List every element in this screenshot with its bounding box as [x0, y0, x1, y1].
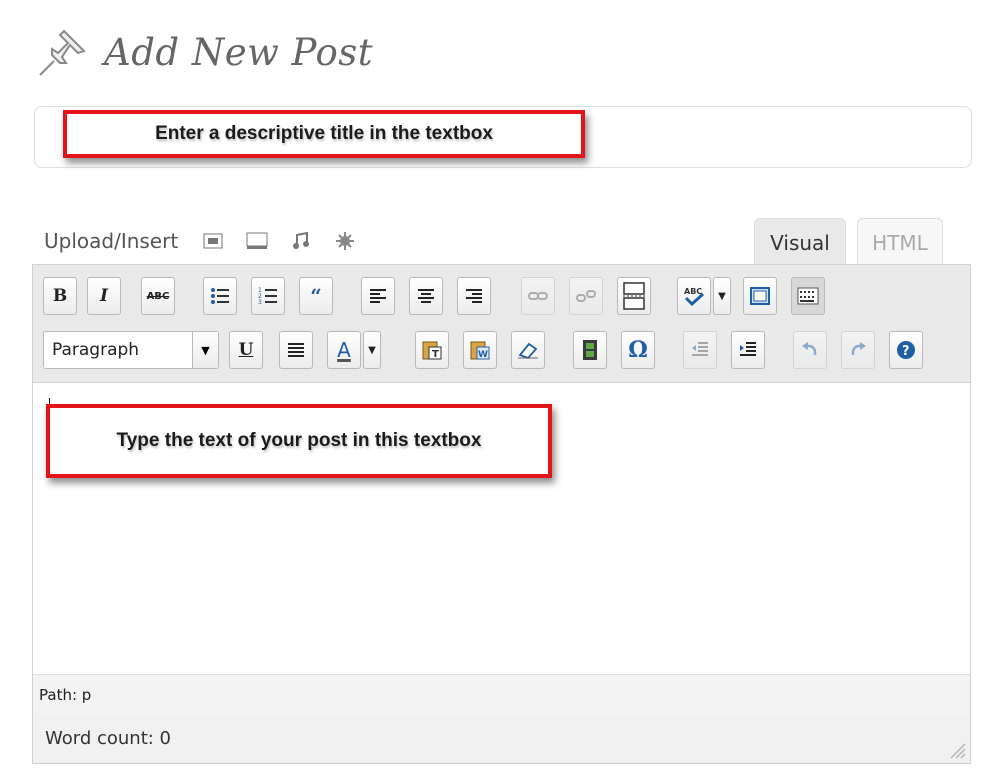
insert-media-button[interactable] — [573, 331, 607, 369]
resize-handle-icon[interactable] — [948, 741, 966, 759]
unlink-button[interactable] — [569, 277, 603, 315]
underline-label: U — [238, 340, 254, 360]
align-center-icon — [418, 289, 434, 303]
chevron-down-icon: ▼ — [368, 344, 376, 356]
add-video-icon[interactable] — [246, 231, 268, 251]
svg-text:W: W — [478, 350, 488, 360]
spellcheck-icon: ABC — [684, 287, 705, 306]
align-left-button[interactable] — [361, 277, 395, 315]
align-left-icon — [370, 289, 386, 303]
unordered-list-button[interactable] — [203, 277, 237, 315]
justify-icon — [288, 343, 304, 357]
body-callout: Type the text of your post in this textb… — [46, 404, 552, 478]
align-right-button[interactable] — [457, 277, 491, 315]
add-audio-icon[interactable] — [290, 231, 312, 251]
kitchen-sink-icon — [797, 287, 819, 305]
blockquote-button[interactable]: “ — [299, 277, 333, 315]
pushpin-icon — [39, 29, 86, 76]
text-color-label: A — [337, 338, 351, 362]
paste-word-icon: W — [470, 341, 490, 360]
justify-button[interactable] — [279, 331, 313, 369]
bold-label: B — [52, 286, 68, 306]
redo-button[interactable] — [841, 331, 875, 369]
format-select[interactable]: Paragraph ▼ — [43, 331, 219, 369]
align-center-button[interactable] — [409, 277, 443, 315]
align-right-icon — [466, 289, 482, 303]
post-editor: B I ABC 123 “ ABC ▼ Paragraph ▼ U A ▼ T … — [32, 264, 971, 714]
fullscreen-icon — [750, 287, 770, 305]
blockquote-icon: “ — [310, 284, 322, 308]
path-bar: Path: p — [33, 674, 970, 714]
tab-visual[interactable]: Visual — [754, 218, 846, 266]
text-color-menu-button[interactable]: ▼ — [363, 331, 381, 369]
svg-text:?: ? — [902, 344, 910, 359]
eraser-icon — [518, 342, 538, 359]
strikethrough-label: ABC — [146, 290, 170, 302]
paste-text-icon: T — [422, 341, 442, 360]
editor-toolbar: B I ABC 123 “ ABC ▼ Paragraph ▼ U A ▼ T … — [33, 265, 970, 383]
indent-button[interactable] — [731, 331, 765, 369]
page-title: Add New Post — [104, 30, 374, 74]
link-icon — [528, 292, 548, 300]
redo-icon — [851, 342, 866, 356]
title-callout: Enter a descriptive title in the textbox — [63, 110, 585, 158]
add-image-icon[interactable] — [202, 231, 224, 251]
tab-html[interactable]: HTML — [857, 218, 943, 266]
undo-button[interactable] — [793, 331, 827, 369]
text-color-button[interactable]: A — [327, 331, 361, 369]
ordered-list-button[interactable]: 123 — [251, 277, 285, 315]
svg-text:ABC: ABC — [684, 287, 702, 296]
media-buttons: Upload/Insert — [44, 226, 378, 256]
undo-icon — [802, 342, 817, 356]
help-button[interactable]: ? — [889, 331, 923, 369]
outdent-button[interactable] — [683, 331, 717, 369]
chevron-down-icon: ▼ — [192, 332, 218, 368]
unlink-icon — [576, 290, 596, 302]
remove-format-button[interactable] — [511, 331, 545, 369]
paste-text-button[interactable]: T — [415, 331, 449, 369]
outdent-icon — [692, 342, 708, 356]
add-media-icon[interactable] — [334, 231, 356, 251]
paste-word-button[interactable]: W — [463, 331, 497, 369]
italic-button[interactable]: I — [87, 277, 121, 315]
strikethrough-button[interactable]: ABC — [141, 277, 175, 315]
element-path: Path: p — [39, 685, 92, 704]
underline-button[interactable]: U — [229, 331, 263, 369]
chevron-down-icon: ▼ — [718, 290, 726, 302]
format-select-value: Paragraph — [52, 340, 140, 360]
spellcheck-button[interactable]: ABC — [677, 277, 711, 315]
special-character-button[interactable]: Ω — [621, 331, 655, 369]
spellcheck-menu-button[interactable]: ▼ — [713, 277, 731, 315]
help-icon: ? — [897, 341, 915, 359]
film-strip-icon — [583, 340, 597, 360]
ordered-list-icon: 123 — [258, 287, 277, 305]
italic-label: I — [100, 286, 108, 306]
insert-more-button[interactable] — [617, 277, 651, 315]
indent-icon — [740, 342, 756, 356]
upload-insert-label: Upload/Insert — [44, 229, 179, 253]
unordered-list-icon — [211, 288, 229, 304]
svg-text:3: 3 — [258, 299, 262, 305]
word-count: Word count: 0 — [45, 728, 172, 749]
insert-link-button[interactable] — [521, 277, 555, 315]
bold-button[interactable]: B — [43, 277, 77, 315]
fullscreen-button[interactable] — [743, 277, 777, 315]
word-count-bar: Word count: 0 — [32, 714, 971, 764]
page-header: Add New Post — [34, 22, 373, 82]
omega-icon: Ω — [628, 337, 648, 363]
kitchen-sink-button[interactable] — [791, 277, 825, 315]
more-tag-icon — [623, 282, 645, 310]
svg-text:T: T — [432, 349, 439, 360]
